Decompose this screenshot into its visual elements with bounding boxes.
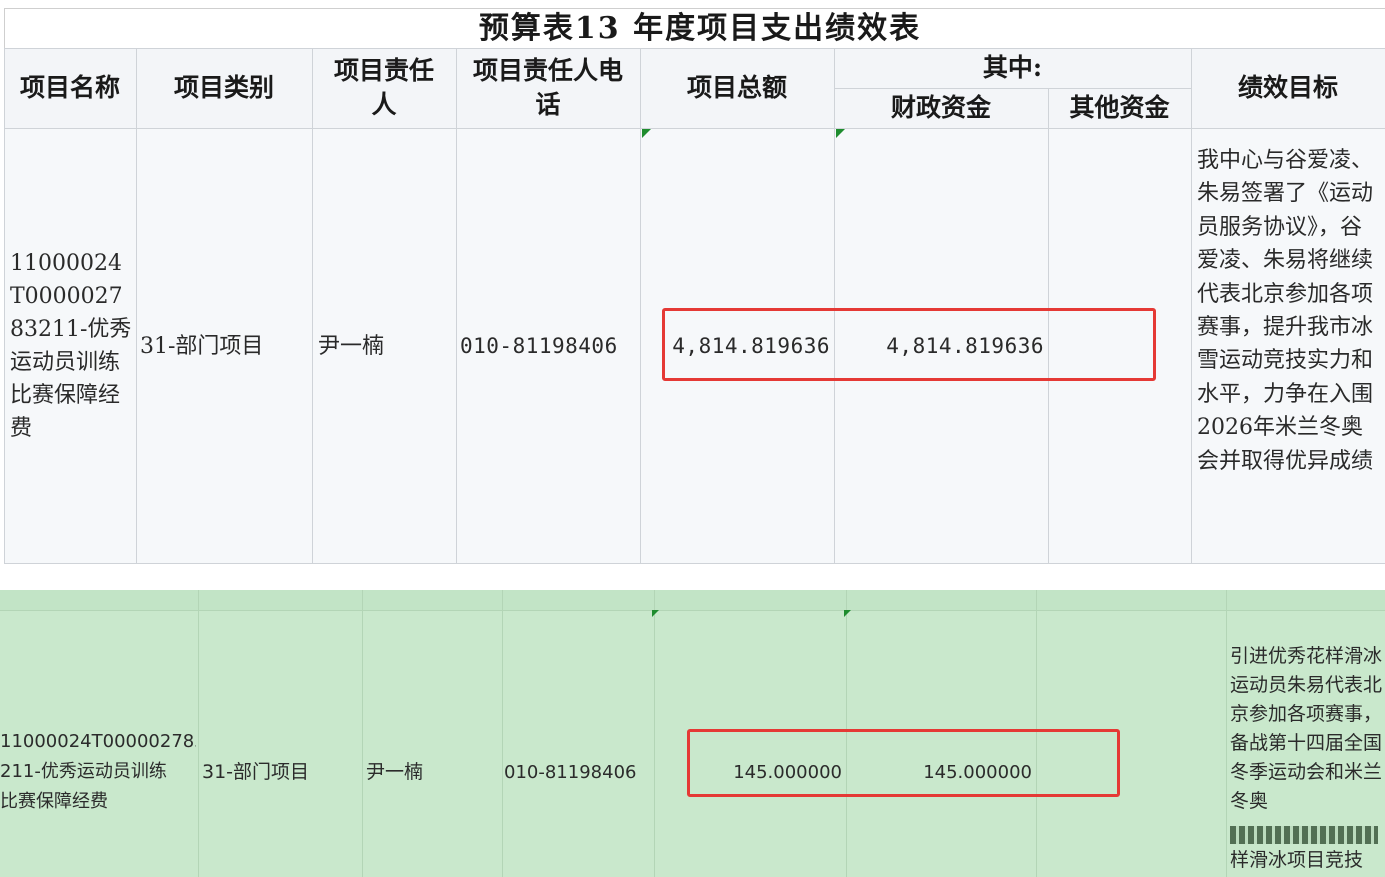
- row2-project-leader: 尹一楠: [366, 760, 424, 783]
- grid-line: [312, 48, 313, 564]
- header-leader-phone: 项目责任人电话: [456, 48, 640, 128]
- header-of-which: 其中:: [834, 48, 1191, 88]
- grid-line: [1191, 48, 1192, 564]
- row2-project-name-line: 211-优秀运动员训练: [0, 761, 167, 782]
- row2-performance-target-tail: 样滑冰项目竞技: [1230, 849, 1364, 871]
- header-performance-target: 绩效目标: [1191, 48, 1385, 128]
- grid-line: [4, 48, 5, 564]
- row1-leader-phone: 010-81198406: [460, 333, 618, 358]
- grid-line: [0, 610, 1385, 611]
- grid-line: [1226, 590, 1227, 877]
- row1-project-category: 31-部门项目: [140, 333, 264, 359]
- row2-project-name-line: 比赛保障经费: [0, 791, 108, 812]
- row1-project-leader: 尹一楠: [318, 333, 385, 359]
- row2-performance-target: 引进优秀花样滑冰运动员朱易代表北京参加各项赛事，备战第十四届全国冬季运动会和米兰…: [1230, 645, 1382, 812]
- grid-line: [198, 590, 199, 877]
- row2-project-category: 31-部门项目: [202, 760, 310, 783]
- row2-leader-phone: 010-81198406: [504, 761, 637, 783]
- budget-table-upper: 项目名称 项目类别 项目责任人 项目责任人电话 项目总额 其中: 财政资金 其他…: [4, 48, 1385, 564]
- row1-performance-target: 我中心与谷爱凌、朱易签署了《运动员服务协议》，谷爱凌、朱易将继续代表北京参加各项…: [1197, 148, 1374, 474]
- garbled-text-artifact: [1230, 826, 1378, 844]
- grid-line: [456, 48, 457, 564]
- header-project-leader: 项目责任人: [312, 48, 456, 128]
- header-project-name: 项目名称: [4, 48, 136, 128]
- cell-comment-marker: [844, 610, 851, 617]
- highlight-box: [687, 729, 1120, 797]
- header-project-category: 项目类别: [136, 48, 312, 128]
- row1-project-name: 11000024T000002783211-优秀运动员训练比赛保障经费: [10, 251, 132, 441]
- header-fiscal-funds: 财政资金: [834, 88, 1048, 128]
- grid-line: [136, 48, 137, 564]
- grid-line: [654, 590, 655, 877]
- lower-header-strip: [0, 590, 1385, 610]
- grid-line: [502, 590, 503, 877]
- grid-line: [4, 48, 1385, 49]
- row2-project-name-line: 11000024T000002783: [0, 731, 196, 752]
- grid-line: [4, 563, 1385, 564]
- cell-comment-marker: [652, 610, 659, 617]
- highlight-box: [662, 308, 1156, 381]
- row2-project-name: 11000024T000002783 211-优秀运动员训练 比赛保障经费: [0, 727, 196, 817]
- header-other-funds: 其他资金: [1048, 88, 1191, 128]
- grid-line: [834, 88, 1191, 89]
- header-project-total: 项目总额: [640, 48, 834, 128]
- table-title: 预算表13 年度项目支出绩效表: [4, 8, 1385, 48]
- grid-line: [362, 590, 363, 877]
